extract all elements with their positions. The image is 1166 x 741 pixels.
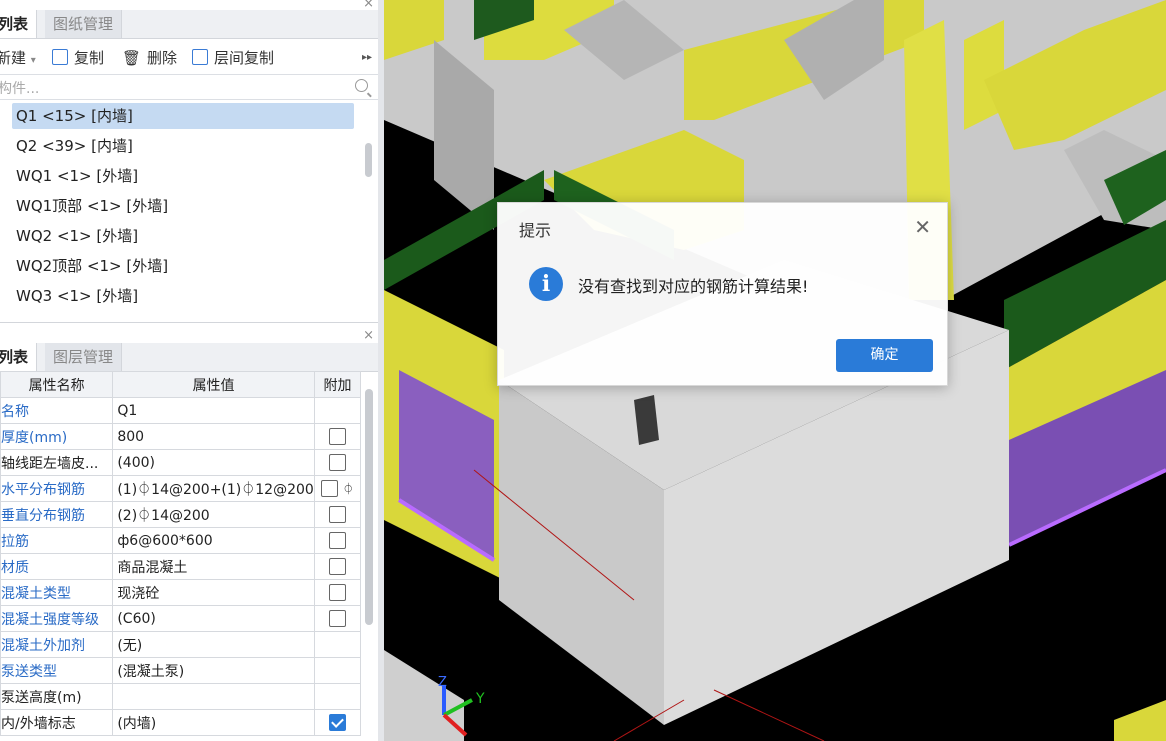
list-item[interactable]: Q1 <15> [内墙] — [12, 103, 354, 129]
trash-icon: 🗑 — [122, 49, 142, 67]
search-icon[interactable] — [355, 79, 368, 92]
prop-value[interactable] — [112, 683, 315, 710]
table-row: 材质 商品混凝土 — [0, 553, 378, 580]
table-row: 混凝土外加剂 (无) — [0, 631, 378, 658]
close-icon[interactable]: × — [363, 0, 374, 10]
prop-value[interactable]: Q1 — [112, 397, 315, 424]
extra-checkbox[interactable] — [321, 480, 339, 497]
prop-value[interactable]: (混凝土泵) — [112, 657, 315, 684]
axis-z-label: Z — [438, 675, 447, 690]
dialog-title: 提示 — [519, 221, 552, 240]
divider — [0, 322, 378, 323]
alert-dialog: 提示 ✕ i 没有查找到对应的钢筋计算结果! 确定 — [497, 202, 948, 386]
prop-name: 混凝土外加剂 — [0, 631, 114, 658]
prop-name: 泵送类型 — [0, 657, 114, 684]
copy-button[interactable]: 复制 — [52, 47, 104, 69]
prop-value[interactable]: (C60) — [112, 605, 315, 632]
search-input[interactable]: 构件... — [0, 78, 39, 98]
prop-name: 拉筋 — [0, 527, 114, 554]
table-row: 轴线距左墙皮... (400) — [0, 449, 378, 476]
prop-name: 混凝土强度等级 — [0, 605, 114, 632]
extra-checkbox[interactable] — [329, 428, 346, 445]
prop-value[interactable]: (内墙) — [112, 709, 315, 736]
floor-copy-button[interactable]: 层间复制 — [192, 47, 274, 69]
list-scrollbar[interactable] — [365, 143, 372, 177]
extra-checkbox-checked[interactable] — [329, 714, 346, 731]
table-row: 名称 Q1 — [0, 397, 378, 424]
info-icon: i — [529, 267, 563, 301]
dialog-message: 没有查找到对应的钢筋计算结果! — [578, 277, 809, 296]
delete-button[interactable]: 🗑 删除 — [122, 47, 177, 69]
axis-y-label: Y — [475, 691, 485, 707]
table-row: 垂直分布钢筋 (2)⏀14@200 — [0, 501, 378, 528]
list-item[interactable]: WQ2顶部 <1> [外墙] — [12, 253, 354, 279]
overflow-text: ⏀ — [342, 482, 354, 496]
property-table: 属性名称 属性值 附加 名称 Q1 厚度(mm) 800 轴线距左墙皮... (400… — [0, 371, 378, 736]
table-scrollbar[interactable] — [365, 389, 373, 625]
extra-checkbox[interactable] — [329, 558, 346, 575]
list-item[interactable]: WQ2 <1> [外墙] — [12, 223, 354, 249]
extra-checkbox[interactable] — [329, 532, 346, 549]
table-row: 厚度(mm) 800 — [0, 423, 378, 450]
prop-value[interactable]: 现浇砼 — [112, 579, 315, 606]
list-item[interactable]: Q2 <39> [内墙] — [12, 133, 354, 159]
prop-name: 垂直分布钢筋 — [0, 501, 114, 528]
table-row: 拉筋 ф6@600*600 — [0, 527, 378, 554]
property-tabs: 列表 图层管理 — [0, 343, 378, 372]
prop-name: 轴线距左墙皮... — [0, 449, 114, 476]
prop-name: 内/外墙标志 — [0, 709, 114, 736]
component-search[interactable]: 构件... — [0, 74, 378, 100]
prop-name: 泵送高度(m) — [0, 683, 114, 710]
new-button[interactable]: 新建 ▾ — [0, 47, 36, 69]
prop-value[interactable]: (400) — [112, 449, 315, 476]
prop-value[interactable]: 800 — [112, 423, 315, 450]
col-header-value: 属性值 — [112, 371, 315, 398]
ok-button[interactable]: 确定 — [836, 339, 933, 372]
component-toolbar: 新建 ▾ 复制 🗑 删除 层间复制 ▸▸ — [0, 43, 378, 73]
table-row: 水平分布钢筋 (1)⏀14@200+(1)⏀12@200 ⏀ — [0, 475, 378, 502]
list-item[interactable]: WQ3 <1> [外墙] — [12, 283, 354, 309]
prop-value[interactable]: (无) — [112, 631, 315, 658]
left-panel: × 列表 图纸管理 新建 ▾ 复制 🗑 删除 层间复制 ▸▸ 构件... Q1 <… — [0, 0, 378, 741]
prop-name: 混凝土类型 — [0, 579, 114, 606]
close-icon[interactable]: ✕ — [914, 215, 931, 239]
prop-value[interactable]: 商品混凝土 — [112, 553, 315, 580]
extra-checkbox[interactable] — [329, 454, 346, 471]
prop-name: 水平分布钢筋 — [0, 475, 114, 502]
tab-layer-manage[interactable]: 图层管理 — [45, 343, 123, 371]
table-row: 混凝土强度等级 (C60) — [0, 605, 378, 632]
prop-value[interactable]: (2)⏀14@200 — [112, 501, 315, 528]
list-item[interactable]: WQ1顶部 <1> [外墙] — [12, 193, 354, 219]
table-row: 混凝土类型 现浇砼 — [0, 579, 378, 606]
close-icon[interactable]: × — [363, 329, 374, 342]
table-row: 内/外墙标志 (内墙) — [0, 709, 378, 736]
prop-value[interactable]: ф6@600*600 — [112, 527, 315, 554]
prop-extra — [313, 397, 362, 424]
prop-name: 材质 — [0, 553, 114, 580]
list-item[interactable]: WQ1 <1> [外墙] — [12, 163, 354, 189]
component-list: Q1 <15> [内墙] Q2 <39> [内墙] WQ1 <1> [外墙] W… — [0, 100, 378, 322]
tab-component-list[interactable]: 列表 — [0, 10, 38, 38]
floor-copy-icon — [192, 49, 208, 65]
chevron-down-icon: ▾ — [30, 55, 36, 66]
extra-checkbox[interactable] — [329, 506, 346, 523]
prop-name: 厚度(mm) — [0, 423, 114, 450]
col-header-extra: 附加 — [313, 371, 362, 398]
prop-value[interactable]: (1)⏀14@200+(1)⏀12@200 — [112, 475, 315, 502]
table-row: 泵送高度(m) — [0, 683, 378, 710]
extra-checkbox[interactable] — [329, 610, 346, 627]
table-row: 泵送类型 (混凝土泵) — [0, 657, 378, 684]
extra-checkbox[interactable] — [329, 584, 346, 601]
more-icon[interactable]: ▸▸ — [362, 47, 372, 69]
copy-icon — [52, 49, 68, 65]
tab-drawing-manage[interactable]: 图纸管理 — [45, 10, 123, 38]
tab-property-list[interactable]: 列表 — [0, 343, 38, 371]
prop-name: 名称 — [0, 397, 114, 424]
component-tabs: 列表 图纸管理 — [0, 10, 378, 39]
col-header-name: 属性名称 — [0, 371, 114, 398]
